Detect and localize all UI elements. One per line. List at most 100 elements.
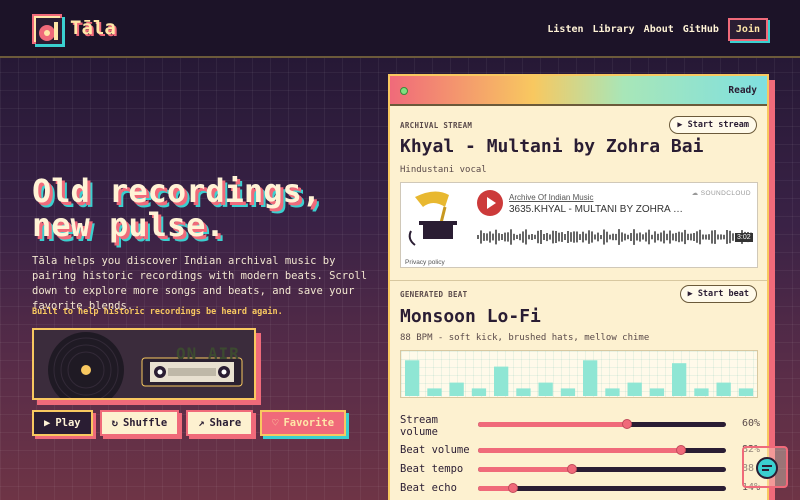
beat-bar (583, 360, 598, 396)
start-stream-button[interactable]: ▶ Start stream (669, 116, 757, 134)
logo[interactable] (32, 14, 62, 44)
favorite-button[interactable]: ♡ Favorite (260, 410, 347, 436)
waveform-bar (711, 230, 713, 244)
waveform-bar (714, 230, 716, 244)
waveform-bar (696, 231, 698, 243)
beat-bar (405, 360, 420, 396)
beat-bar (471, 388, 487, 396)
archival-stream-label: ARCHIVAL STREAM (400, 121, 473, 130)
waveform-bar (567, 231, 569, 243)
hero-note: Built to help historic recordings be hea… (32, 307, 283, 317)
nav-listen[interactable]: Listen (547, 24, 583, 35)
beat-bar (560, 388, 576, 396)
hero-title: Old recordings, new pulse. (32, 174, 372, 242)
stream-track-title: Khyal - Multani by Zohra Bai (400, 136, 704, 157)
record-cassette-card: ON AIR (32, 328, 256, 400)
waveform-bar (579, 234, 581, 240)
play-button[interactable]: ▶ Play (32, 410, 93, 436)
soundcloud-duration: 3:02 (735, 233, 753, 242)
waveform-bar (633, 229, 635, 245)
beat-bar (716, 382, 731, 396)
soundcloud-track-title[interactable]: 3635.KHYAL - MULTANI BY ZOHRA BA... (509, 204, 689, 215)
slider-thumb[interactable] (676, 445, 687, 455)
waveform-bar (666, 233, 668, 241)
floating-help-button[interactable] (742, 446, 788, 488)
slider-track[interactable] (478, 419, 726, 429)
waveform-bar (642, 234, 644, 240)
soundcloud-waveform[interactable] (477, 225, 753, 249)
beat-bar (738, 388, 754, 396)
waveform-bar (504, 232, 506, 242)
waveform-bar (543, 234, 545, 240)
slider-stream-volume: Stream volume 60% (400, 414, 761, 438)
slider-track[interactable] (478, 483, 726, 493)
play-label: Play (55, 417, 81, 429)
slider-track[interactable] (478, 464, 726, 474)
waveform-bar (699, 229, 701, 245)
panel-status-bar: Ready (390, 76, 767, 106)
waveform-bar (636, 233, 638, 241)
waveform-bar (690, 233, 692, 241)
waveform-bar (708, 234, 710, 240)
waveform-bar (591, 231, 593, 243)
stream-track-subtitle: Hindustani vocal (400, 165, 487, 175)
brand-name[interactable]: Tāla (70, 17, 116, 39)
chat-search-icon (756, 457, 778, 479)
slider-track[interactable] (478, 445, 726, 455)
waveform-bar (612, 233, 614, 241)
waveform-bar (495, 229, 497, 245)
waveform-bar (663, 230, 665, 244)
waveform-bar (720, 234, 722, 240)
waveform-bar (573, 231, 575, 243)
waveform-bar (534, 234, 536, 240)
share-icon: ↗ (198, 417, 205, 429)
share-label: Share (209, 417, 242, 429)
waveform-bar (564, 234, 566, 240)
waveform-bar (705, 234, 707, 240)
waveform-bar (594, 234, 596, 240)
nav-github[interactable]: GitHub (683, 24, 719, 35)
slider-value: 60% (742, 418, 761, 429)
waveform-bar (582, 231, 584, 243)
waveform-bar (522, 231, 524, 243)
waveform-bar (576, 231, 578, 243)
waveform-bar (516, 234, 518, 239)
shuffle-button[interactable]: ↻ Shuffle (99, 410, 180, 436)
share-button[interactable]: ↗ Share (186, 410, 254, 436)
player-panel: Ready ARCHIVAL STREAM ▶ Start stream Khy… (388, 74, 769, 500)
beat-bar (605, 388, 620, 396)
generated-beat-label: GENERATED BEAT (400, 290, 468, 299)
privacy-policy-link[interactable]: Privacy policy (405, 259, 445, 266)
soundcloud-play-button[interactable] (477, 190, 503, 216)
nav-library[interactable]: Library (593, 24, 635, 35)
beat-bar (649, 388, 665, 396)
slider-beat-echo: Beat echo 14% (400, 482, 760, 500)
waveform-bar (558, 232, 560, 242)
waveform-bar (525, 229, 527, 245)
waveform-bar (546, 233, 548, 242)
status-text: Ready (728, 85, 757, 96)
gramophone-artwork (405, 187, 467, 253)
waveform-bar (732, 233, 734, 241)
slider-thumb[interactable] (621, 419, 632, 429)
slider-thumb[interactable] (567, 464, 578, 474)
soundcloud-brand[interactable]: ☁ SOUNDCLOUD (692, 189, 751, 197)
slider-thumb[interactable] (507, 483, 518, 493)
soundcloud-artist-link[interactable]: Archive Of Indian Music (509, 193, 593, 202)
waveform-bar (507, 232, 509, 242)
nav-about[interactable]: About (644, 24, 674, 35)
waveform-bar (477, 235, 479, 239)
beat-bar (494, 366, 509, 396)
start-beat-button[interactable]: ▶ Start beat (679, 285, 757, 303)
waveform-bar (615, 233, 617, 241)
waveform-bar (588, 230, 590, 244)
soundcloud-brand-text: SOUNDCLOUD (700, 190, 751, 197)
waveform-bar (672, 233, 674, 241)
beat-bar (449, 382, 464, 396)
join-button[interactable]: Join (727, 18, 768, 41)
waveform-bar (648, 229, 650, 245)
soundcloud-embed: Archive Of Indian Music 3635.KHYAL - MUL… (400, 182, 758, 268)
beat-bar (538, 382, 553, 396)
deck-display: ON AIR (176, 344, 240, 363)
play-icon: ▶ (44, 417, 51, 429)
